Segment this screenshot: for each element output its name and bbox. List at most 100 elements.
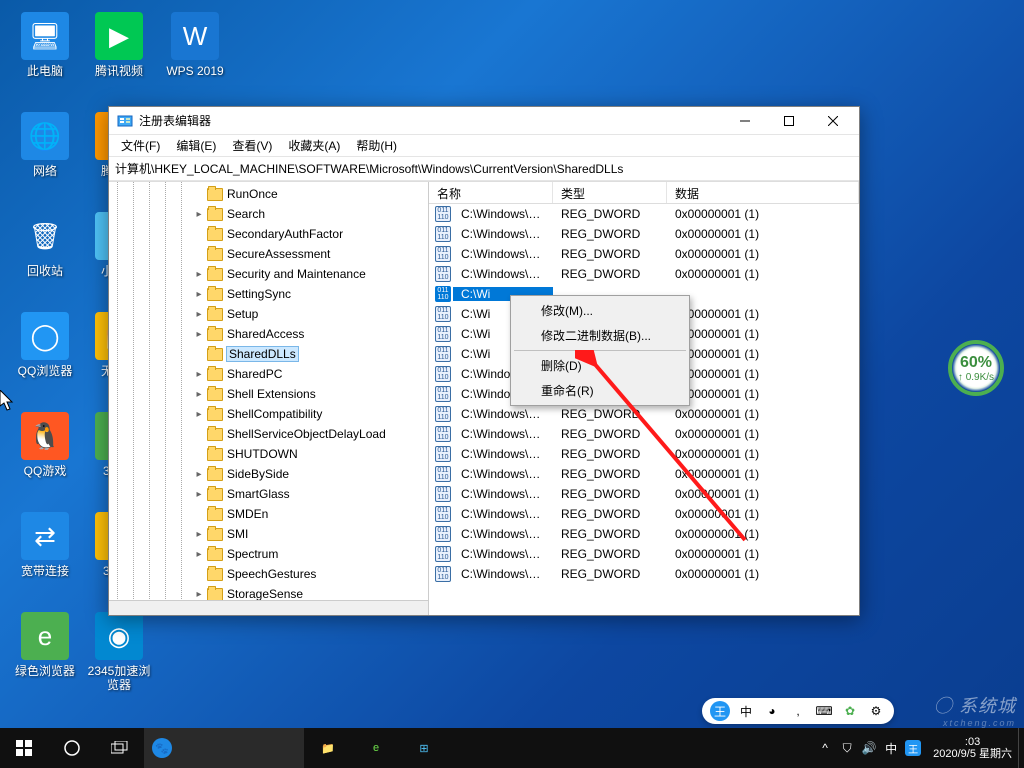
desktop-icon[interactable]: 🖥此电脑	[10, 12, 80, 78]
show-desktop[interactable]	[1018, 728, 1024, 768]
tree-item[interactable]: SHUTDOWN	[109, 444, 428, 464]
col-type[interactable]: 类型	[553, 182, 667, 203]
desktop-icon[interactable]: ▶腾讯视频	[84, 12, 154, 78]
tree-item[interactable]: ▸ShellCompatibility	[109, 404, 428, 424]
folder-icon	[207, 408, 223, 421]
cortana-button[interactable]	[48, 728, 96, 768]
task-browser[interactable]: e	[352, 728, 400, 768]
minimize-button[interactable]	[723, 107, 767, 135]
folder-icon	[207, 568, 223, 581]
tree-item[interactable]: SMDEn	[109, 504, 428, 524]
taskbar-clock[interactable]: :03 2020/9/5 星期六	[927, 736, 1018, 760]
tree-pane[interactable]: RunOnce▸SearchSecondaryAuthFactorSecureA…	[109, 182, 429, 615]
folder-icon	[207, 328, 223, 341]
value-row[interactable]: 011110C:\Windows\sy...REG_DWORD0x0000000…	[429, 424, 859, 444]
tree-item[interactable]: ▸Setup	[109, 304, 428, 324]
dword-icon: 011110	[435, 266, 451, 282]
tree-item[interactable]: ▸SmartGlass	[109, 484, 428, 504]
col-name[interactable]: 名称	[429, 182, 553, 203]
address-bar[interactable]: 计算机\HKEY_LOCAL_MACHINE\SOFTWARE\Microsof…	[109, 157, 859, 181]
perf-badge[interactable]: 60% ↑ 0.9K/s	[948, 340, 1004, 396]
dword-icon: 011110	[435, 386, 451, 402]
value-row[interactable]: 011110C:\Windows\sy...REG_DWORD0x0000000…	[429, 224, 859, 244]
close-button[interactable]	[811, 107, 855, 135]
tray-ime[interactable]: 中	[883, 740, 899, 756]
menu-edit[interactable]: 编辑(E)	[168, 135, 224, 156]
tree-item[interactable]: SecureAssessment	[109, 244, 428, 264]
task-store[interactable]: ⊞	[400, 728, 448, 768]
desktop-icon[interactable]: ◉2345加速浏览器	[84, 612, 154, 693]
dword-icon: 011110	[435, 246, 451, 262]
tree-item[interactable]: ▸SharedPC	[109, 364, 428, 384]
tray-overflow[interactable]: ^	[817, 740, 833, 756]
dword-icon: 011110	[435, 226, 451, 242]
desktop-icon[interactable]: 🗑回收站	[10, 212, 80, 278]
ime-settings[interactable]: ⚙	[866, 701, 886, 721]
search-box[interactable]: 🐾	[144, 728, 304, 768]
value-row[interactable]: 011110C:\Windows\sy...REG_DWORD0x0000000…	[429, 544, 859, 564]
value-row[interactable]: 011110C:\Windows\sy...REG_DWORD0x0000000…	[429, 524, 859, 544]
desktop-icon[interactable]: 🌐网络	[10, 112, 80, 178]
tree-item[interactable]: ▸Search	[109, 204, 428, 224]
folder-icon	[207, 368, 223, 381]
menu-help[interactable]: 帮助(H)	[348, 135, 405, 156]
tree-item[interactable]: ▸SharedAccess	[109, 324, 428, 344]
folder-icon	[207, 288, 223, 301]
folder-icon	[207, 468, 223, 481]
tree-item[interactable]: RunOnce	[109, 184, 428, 204]
start-button[interactable]	[0, 728, 48, 768]
value-row[interactable]: 011110C:\Windows\sy...REG_DWORD0x0000000…	[429, 404, 859, 424]
ime-logo[interactable]: 王	[710, 701, 730, 721]
value-row[interactable]: 011110C:\Windows\sy...REG_DWORD0x0000000…	[429, 264, 859, 284]
value-row[interactable]: 011110C:\Windows\sy...REG_DWORD0x0000000…	[429, 464, 859, 484]
tree-item[interactable]: ▸Shell Extensions	[109, 384, 428, 404]
col-data[interactable]: 数据	[667, 182, 859, 203]
ime-mode[interactable]: ◕	[762, 701, 782, 721]
desktop-icon[interactable]: ⇄宽带连接	[10, 512, 80, 578]
task-folder[interactable]: 📁	[304, 728, 352, 768]
ime-lang[interactable]: 中	[736, 701, 756, 721]
tray-network-icon[interactable]: ⛉	[839, 740, 855, 756]
menu-favorites[interactable]: 收藏夹(A)	[280, 135, 348, 156]
value-row[interactable]: 011110C:\Windows\sy...REG_DWORD0x0000000…	[429, 564, 859, 584]
tree-item[interactable]: ▸SettingSync	[109, 284, 428, 304]
menu-file[interactable]: 文件(F)	[113, 135, 168, 156]
tree-item[interactable]: ShellServiceObjectDelayLoad	[109, 424, 428, 444]
watermark: ◯ 系统城 xtcheng.com	[934, 692, 1016, 728]
tree-item[interactable]: ▸Spectrum	[109, 544, 428, 564]
tree-item[interactable]: ▸SideBySide	[109, 464, 428, 484]
ime-bar[interactable]: 王 中 ◕ , ⌨ ✿ ⚙	[702, 698, 894, 724]
tree-item[interactable]: SharedDLLs	[109, 344, 428, 364]
ime-kbd[interactable]: ⌨	[814, 701, 834, 721]
ctx-modify-binary[interactable]: 修改二进制数据(B)...	[513, 323, 687, 348]
value-row[interactable]: 011110C:\Windows\sy...REG_DWORD0x0000000…	[429, 484, 859, 504]
desktop-icon[interactable]: ◯QQ浏览器	[10, 312, 80, 378]
tree-item[interactable]: ▸StorageSense	[109, 584, 428, 604]
ctx-delete[interactable]: 删除(D)	[513, 353, 687, 378]
value-row[interactable]: 011110C:\Windows\sy...REG_DWORD0x0000000…	[429, 444, 859, 464]
taskview-button[interactable]	[96, 728, 144, 768]
tree-item[interactable]: SecondaryAuthFactor	[109, 224, 428, 244]
list-header[interactable]: 名称 类型 数据	[429, 182, 859, 204]
desktop-icon[interactable]: 🐧QQ游戏	[10, 412, 80, 478]
tray-volume-icon[interactable]: 🔊	[861, 740, 877, 756]
folder-icon	[207, 348, 223, 361]
maximize-button[interactable]	[767, 107, 811, 135]
titlebar[interactable]: 注册表编辑器	[109, 107, 859, 135]
tree-item[interactable]: ▸SMI	[109, 524, 428, 544]
tree-item[interactable]: SpeechGestures	[109, 564, 428, 584]
menu-view[interactable]: 查看(V)	[224, 135, 280, 156]
desktop-icon[interactable]: e绿色浏览器	[10, 612, 80, 678]
value-row[interactable]: 011110C:\Windows\sy...REG_DWORD0x0000000…	[429, 504, 859, 524]
tree-item[interactable]: ▸Security and Maintenance	[109, 264, 428, 284]
dword-icon: 011110	[435, 426, 451, 442]
tray-app[interactable]: 王	[905, 740, 921, 756]
value-row[interactable]: 011110C:\Windows\sy...REG_DWORD0x0000000…	[429, 244, 859, 264]
ctx-rename[interactable]: 重命名(R)	[513, 378, 687, 403]
perf-rate: ↑ 0.9K/s	[958, 372, 994, 383]
ime-skin[interactable]: ✿	[840, 701, 860, 721]
desktop-icon[interactable]: WWPS 2019	[160, 12, 230, 78]
ime-punct[interactable]: ,	[788, 701, 808, 721]
value-row[interactable]: 011110C:\Windows\sy...REG_DWORD0x0000000…	[429, 204, 859, 224]
ctx-modify[interactable]: 修改(M)...	[513, 298, 687, 323]
